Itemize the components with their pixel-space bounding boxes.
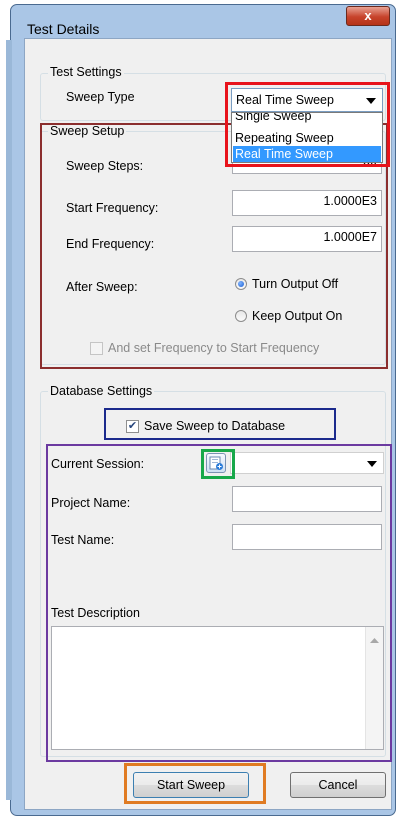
close-button[interactable]: x xyxy=(346,6,390,26)
end-frequency-value: 1.0000E7 xyxy=(323,230,377,244)
set-frequency-checkbox[interactable] xyxy=(90,342,103,355)
test-name-field[interactable] xyxy=(232,524,382,550)
save-sweep-checkbox[interactable]: ✔ xyxy=(126,420,139,433)
test-description-textarea[interactable] xyxy=(51,626,384,750)
database-settings-legend: Database Settings xyxy=(48,384,155,398)
test-name-label: Test Name: xyxy=(51,533,115,547)
turn-output-off-label[interactable]: Turn Output Off xyxy=(252,277,338,291)
chevron-down-icon xyxy=(367,461,377,467)
sweep-type-select[interactable]: Real Time Sweep xyxy=(231,88,383,112)
save-sweep-label[interactable]: Save Sweep to Database xyxy=(144,419,285,433)
start-frequency-value: 1.0000E3 xyxy=(323,194,377,208)
window-title: Test Details xyxy=(27,21,100,37)
start-sweep-button[interactable]: Start Sweep xyxy=(133,772,249,798)
scrollbar[interactable] xyxy=(365,627,383,749)
scroll-up-icon[interactable] xyxy=(370,638,379,643)
sweep-steps-label: Sweep Steps: xyxy=(66,159,144,173)
start-frequency-label: Start Frequency: xyxy=(66,201,159,215)
sweep-type-value: Real Time Sweep xyxy=(236,93,334,107)
sweep-setup-legend: Sweep Setup xyxy=(48,124,127,138)
end-frequency-label: End Frequency: xyxy=(66,237,155,251)
option-repeating-sweep[interactable]: Repeating Sweep xyxy=(235,130,334,146)
test-description-label: Test Description xyxy=(51,606,140,620)
keep-output-on-label[interactable]: Keep Output On xyxy=(252,309,342,323)
current-session-dropdown[interactable] xyxy=(230,452,384,474)
cancel-button[interactable]: Cancel xyxy=(290,772,386,798)
session-icon-button[interactable] xyxy=(206,453,226,473)
after-sweep-label: After Sweep: xyxy=(66,280,138,294)
checkmark-icon: ✔ xyxy=(127,420,138,432)
new-session-icon xyxy=(209,456,223,470)
window-left-border xyxy=(6,40,12,800)
keep-output-on-radio[interactable] xyxy=(235,310,247,322)
end-frequency-field[interactable]: 1.0000E7 xyxy=(232,226,382,252)
set-frequency-label: And set Frequency to Start Frequency xyxy=(108,341,320,355)
option-single-sweep[interactable]: Single Sweep xyxy=(235,113,311,124)
chevron-down-icon xyxy=(366,98,376,104)
project-name-field[interactable] xyxy=(232,486,382,512)
project-name-label: Project Name: xyxy=(51,496,131,510)
sweep-type-options-list: Single Sweep Repeating Sweep Real Time S… xyxy=(231,112,383,163)
current-session-label: Current Session: xyxy=(51,457,145,471)
turn-output-off-radio[interactable] xyxy=(235,278,247,290)
test-settings-legend: Test Settings xyxy=(48,65,124,79)
start-frequency-field[interactable]: 1.0000E3 xyxy=(232,190,382,216)
option-real-time-sweep[interactable]: Real Time Sweep xyxy=(233,146,381,162)
close-icon: x xyxy=(364,8,372,23)
option-real-time-sweep-label: Real Time Sweep xyxy=(235,147,333,161)
sweep-type-label: Sweep Type xyxy=(66,90,135,104)
